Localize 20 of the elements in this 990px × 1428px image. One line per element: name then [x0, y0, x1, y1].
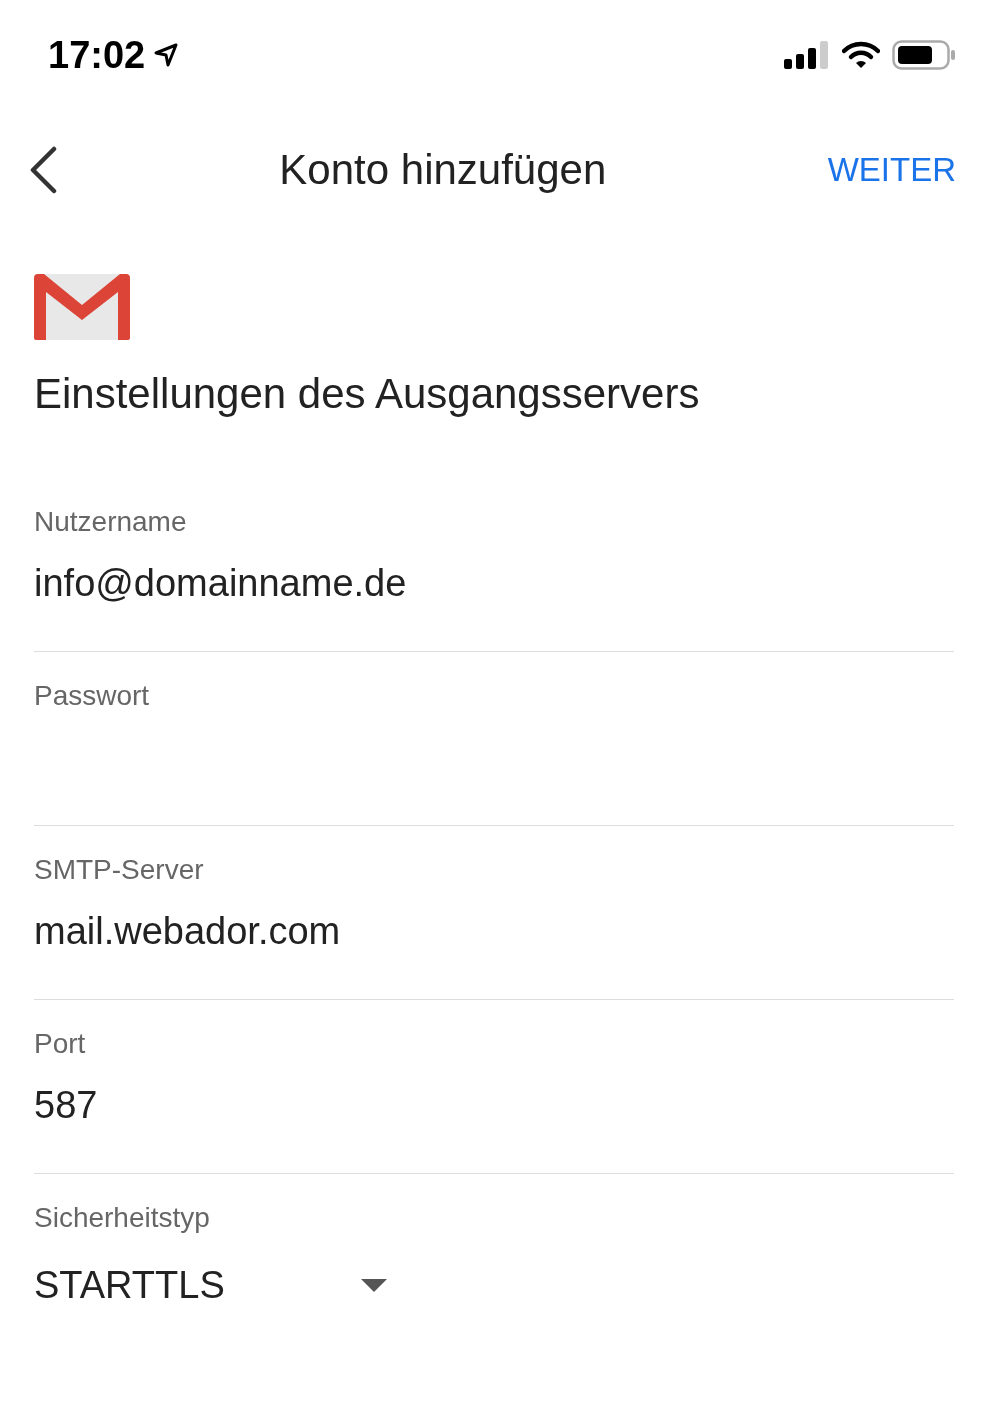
input-field[interactable]: 587	[34, 1084, 954, 1132]
status-time: 17:02	[48, 33, 146, 77]
field-label: Port	[34, 1028, 87, 1060]
input-field[interactable]: info@domainname.de	[34, 562, 954, 610]
mail-envelope-icon	[34, 272, 130, 342]
section-heading: Einstellungen des Ausgangsservers	[34, 370, 701, 418]
field-label: Passwort	[34, 680, 151, 712]
wifi-icon	[842, 41, 880, 69]
back-button[interactable]	[28, 146, 58, 194]
battery-icon	[892, 40, 956, 70]
field-label: Nutzername	[34, 506, 188, 538]
field-label: Sicherheitstyp	[34, 1202, 211, 1234]
field-label: SMTP-Server	[34, 854, 205, 886]
dropdown-field[interactable]: STARTTLS	[34, 1264, 387, 1307]
input-field[interactable]: mail.webador.com	[34, 910, 954, 958]
screen-title: Konto hinzufügen	[279, 146, 607, 194]
next-button[interactable]: WEITER	[827, 151, 956, 189]
caret-icon	[360, 1278, 387, 1293]
signal-icon	[784, 41, 830, 69]
location-arrow-icon	[153, 42, 180, 68]
